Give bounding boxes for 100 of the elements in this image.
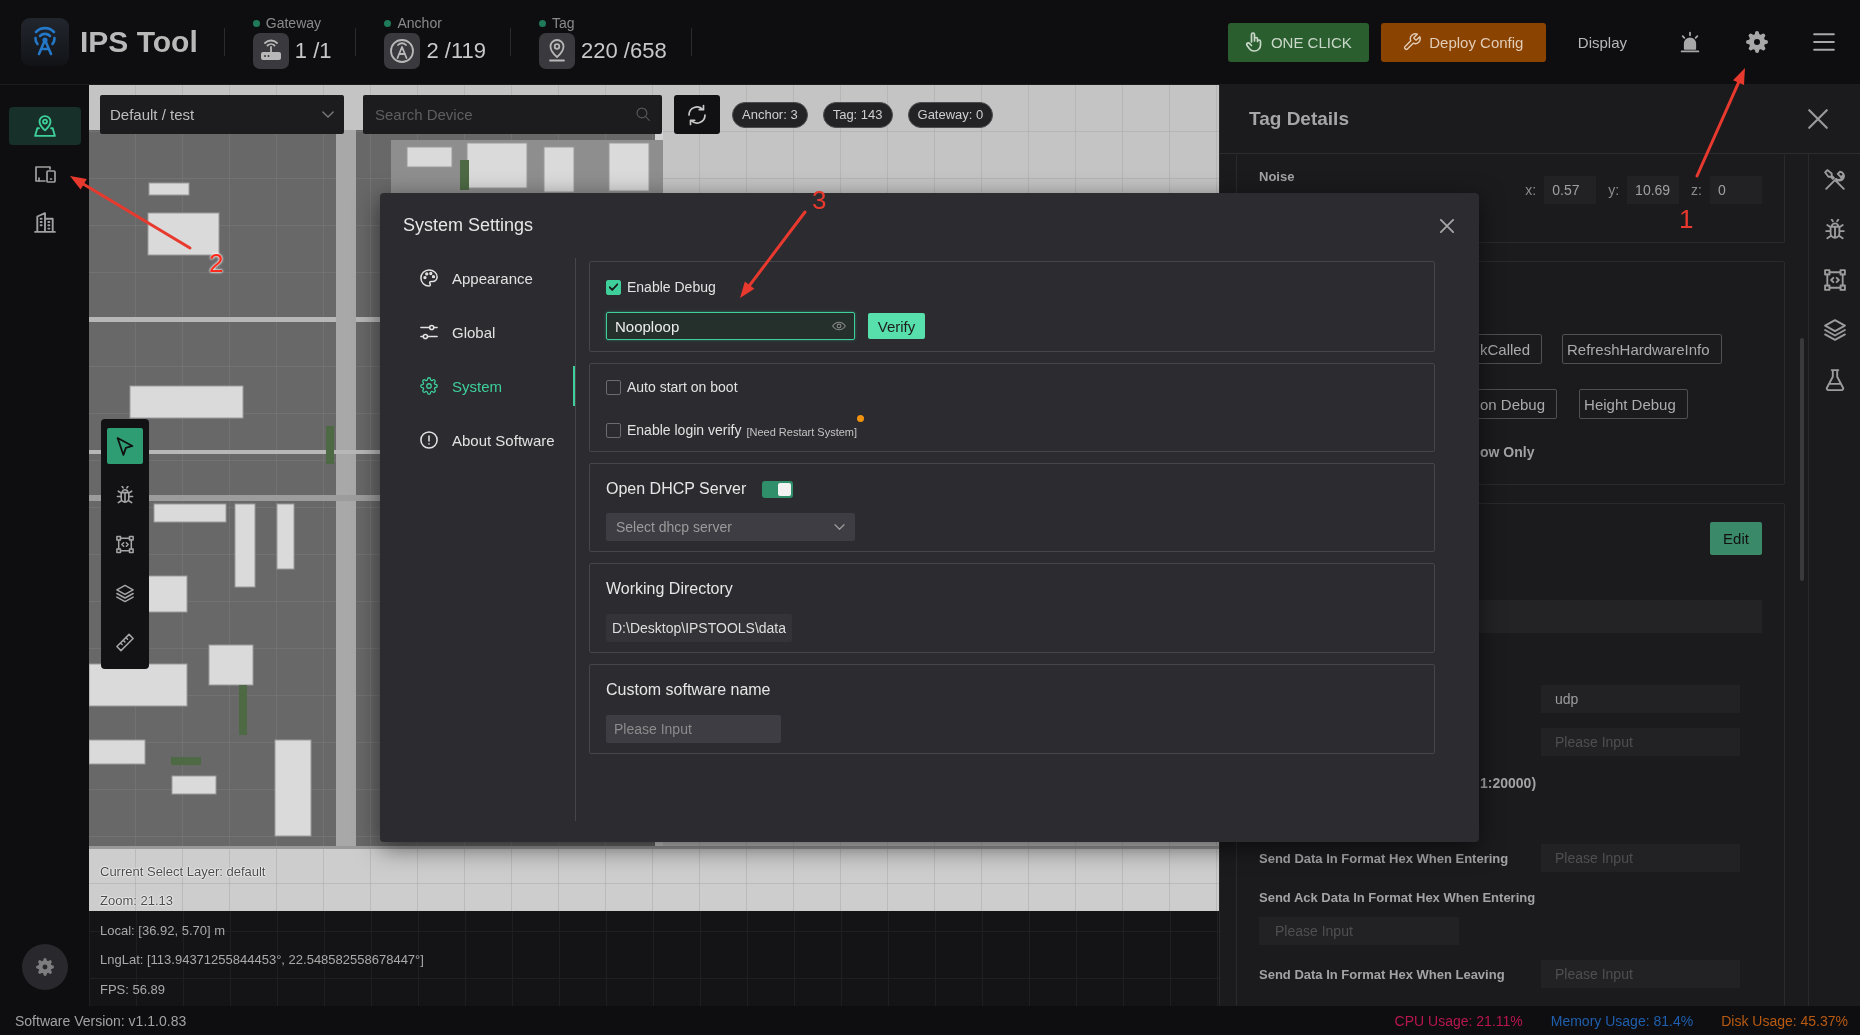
axis-label: y: — [1608, 181, 1620, 199]
restart-note: [Need Restart System] — [746, 425, 858, 438]
checkbox[interactable] — [606, 279, 621, 295]
settings-icon[interactable] — [1746, 31, 1768, 53]
settings-nav-item[interactable]: Appearance — [420, 258, 575, 298]
close-icon[interactable] — [1440, 218, 1454, 233]
checkmark-icon — [609, 283, 618, 291]
stat-count: 220 /658 — [581, 38, 667, 64]
eye-icon[interactable] — [832, 321, 846, 331]
tools-icon[interactable] — [1823, 169, 1846, 191]
map-info-text: Local: [36.92, 5.70] m — [100, 921, 226, 940]
field-label: Send Data In Format Hex When Entering — [1259, 850, 1510, 866]
coordinate-field[interactable]: 0 — [1710, 176, 1762, 204]
menu-icon[interactable] — [1813, 31, 1835, 53]
field-label: 1:20000) — [1480, 774, 1537, 792]
layers-icon[interactable] — [1823, 319, 1846, 341]
settings-button[interactable] — [21, 944, 68, 990]
building-icon — [33, 211, 56, 233]
dhcp-select[interactable]: Select dhcp server — [606, 513, 855, 541]
annotation-number: 3 — [812, 187, 827, 213]
map-info-text: Current Select Layer: default — [100, 862, 266, 881]
verify-button[interactable]: Verify — [868, 313, 925, 339]
directory-field[interactable]: D:\Desktop\IPSTOOLS\data — [606, 614, 793, 642]
usage-text: CPU Usage: 21.11% — [1394, 1012, 1523, 1029]
antenna-icon — [384, 33, 421, 69]
stat-count: 2 /119 — [426, 38, 487, 64]
checkbox[interactable] — [606, 379, 621, 395]
layer-dropdown[interactable]: Default / test — [100, 95, 344, 134]
map-info-text: FPS: 56.89 — [100, 980, 166, 999]
checkbox-label: Enable Debug — [627, 279, 716, 295]
section-title: Open DHCP Server — [606, 479, 747, 499]
field-label: Send Ack Data In Format Hex When Entering — [1259, 889, 1536, 907]
annotation-number: 2 — [209, 250, 224, 276]
app-title: IPS Tool — [80, 25, 198, 59]
coordinate-field[interactable]: 10.69 — [1627, 176, 1680, 204]
location-pin-icon — [539, 33, 576, 69]
sliders-icon — [420, 323, 438, 341]
settings-nav-item[interactable]: System — [420, 366, 575, 406]
refresh-button[interactable] — [674, 95, 720, 134]
devices-icon — [33, 163, 56, 185]
antenna-logo-icon — [21, 18, 69, 66]
map-pin-icon — [33, 115, 56, 137]
axis-label: x: — [1525, 181, 1537, 199]
stat-label: Anchor — [397, 15, 442, 31]
hand-pointer-icon — [1244, 32, 1263, 52]
axis-label: z: — [1691, 181, 1702, 199]
sidebar-button[interactable] — [8, 107, 81, 145]
input-field[interactable]: udp — [1541, 685, 1740, 713]
flask-icon[interactable] — [1823, 369, 1846, 391]
settings-nav-item[interactable]: Global — [420, 312, 575, 352]
alarm-light-icon[interactable] — [1679, 31, 1701, 53]
map-info-text: Zoom: 21.13 — [100, 892, 173, 910]
info-icon — [420, 431, 438, 449]
settings-icon — [35, 958, 54, 976]
frame-icon — [116, 534, 134, 554]
settings-icon — [420, 377, 438, 395]
ruler-icon — [116, 632, 134, 652]
bug-icon[interactable] — [1823, 219, 1846, 241]
password-field[interactable]: Nooploop — [606, 312, 855, 340]
status-dot-icon — [252, 19, 260, 27]
search-field[interactable]: Search Device — [363, 95, 662, 134]
toggle-switch[interactable] — [762, 480, 794, 498]
stat-count: 1 /1 — [294, 38, 332, 64]
one-click-button[interactable]: ONE CLICK — [1227, 22, 1369, 62]
wrench-icon — [1403, 32, 1422, 52]
option-label: ow Only — [1480, 443, 1535, 461]
section-title: Custom software name — [606, 680, 771, 700]
router-icon — [252, 33, 289, 69]
chevron-down-icon — [322, 111, 334, 118]
stat-label: Gateway — [265, 15, 322, 31]
coordinate-field[interactable]: 0.57 — [1544, 176, 1597, 204]
status-dot-icon — [539, 19, 547, 27]
deploy-config-button[interactable]: Deploy Config — [1380, 22, 1546, 62]
search-icon — [636, 107, 650, 121]
panel-title: Tag Details — [1249, 108, 1349, 130]
annotation-number: 1 — [1679, 206, 1694, 232]
chevron-down-icon — [834, 524, 845, 530]
usage-text: Disk Usage: 45.37% — [1721, 1012, 1848, 1029]
layers-icon — [116, 583, 134, 603]
settings-nav-item[interactable]: About Software — [420, 420, 575, 460]
display-button[interactable]: Display — [1577, 33, 1627, 51]
status-dot-icon — [384, 19, 392, 27]
close-icon[interactable] — [1808, 109, 1828, 129]
map-tool-button[interactable] — [107, 428, 143, 464]
palette-icon — [420, 269, 438, 287]
pointer-icon — [116, 436, 134, 456]
version-text: Software Version: v1.1.0.83 — [15, 1012, 187, 1029]
edit-button[interactable]: Edit — [1710, 522, 1762, 555]
bug-icon — [116, 485, 134, 505]
debug-button[interactable]: Height Debug — [1579, 389, 1688, 419]
checkbox[interactable] — [606, 422, 621, 438]
usage-text: Memory Usage: 81.4% — [1550, 1012, 1694, 1029]
debug-button[interactable]: RefreshHardwareInfo — [1562, 334, 1722, 364]
checkbox-label: Auto start on boot — [627, 379, 738, 395]
frame-icon[interactable] — [1823, 269, 1846, 291]
map-info-text: LngLat: [113.94371255844453°, 22.548582558678447°] — [100, 951, 424, 969]
input-field[interactable]: Please Input — [606, 715, 781, 743]
field-label: Send Data In Format Hex When Leaving — [1259, 966, 1506, 982]
checkbox-label: Enable login verify — [627, 422, 742, 438]
section-title: Working Directory — [606, 579, 733, 599]
